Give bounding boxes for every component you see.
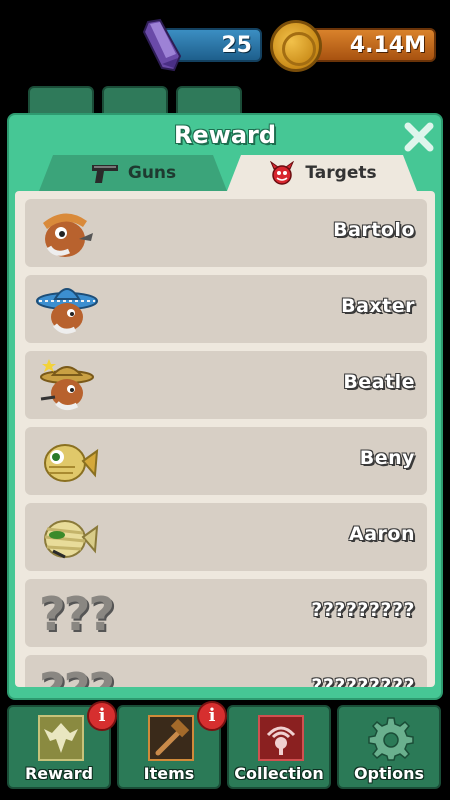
coin-icon: [270, 20, 322, 72]
tab-targets-label: Targets: [305, 163, 377, 183]
target-name: ?????????: [311, 599, 415, 621]
tab-guns-label: Guns: [127, 163, 177, 183]
nav-options-label: Options: [353, 764, 425, 783]
baxter-sombrero-character-icon: [36, 288, 98, 334]
target-name: Aaron: [349, 523, 415, 545]
bottom-nav: Reward i Items i Collection Options: [0, 700, 450, 800]
nav-collection-button[interactable]: Collection: [227, 705, 331, 789]
unknown-icon: ???: [39, 663, 115, 687]
top-currency-bar: 25 4.14M: [0, 0, 450, 90]
beatle-sheriff-character-icon: [40, 359, 94, 411]
list-item[interactable]: ??? ?????????: [25, 655, 427, 687]
pistol-icon: [91, 165, 118, 183]
list-item[interactable]: ??? ?????????: [25, 579, 427, 647]
bartolo-character-icon: [43, 213, 93, 257]
target-name: Bartolo: [333, 219, 415, 241]
nav-items-label: Items: [143, 764, 195, 783]
list-item[interactable]: Beny: [25, 427, 427, 495]
notification-badge: i: [87, 701, 117, 731]
nav-reward-button[interactable]: Reward i: [7, 701, 117, 789]
crystal-icon: [142, 18, 182, 72]
aaron-mummy-fish-character-icon: [44, 520, 99, 559]
close-icon[interactable]: [401, 119, 437, 155]
target-name: ?????????: [311, 675, 415, 687]
target-emblem-icon: [258, 715, 304, 761]
target-name: Beny: [359, 447, 415, 469]
modal-title: Reward: [173, 121, 277, 149]
list-item[interactable]: Baxter: [25, 275, 427, 343]
nav-options-button[interactable]: Options: [337, 705, 441, 789]
list-item[interactable]: Beatle: [25, 351, 427, 419]
gem-count: 25: [221, 33, 252, 58]
tab-guns[interactable]: Guns: [39, 155, 227, 191]
tab-targets[interactable]: Targets: [227, 155, 417, 191]
hammer-icon: [148, 715, 194, 761]
list-item[interactable]: Aaron: [25, 503, 427, 571]
list-item[interactable]: Bartolo: [25, 199, 427, 267]
nav-collection-label: Collection: [234, 764, 324, 783]
notification-badge: i: [197, 701, 227, 731]
nav-reward-label: Reward: [24, 764, 94, 783]
devil-icon: [270, 161, 295, 185]
reward-modal: Reward Guns Targets Bartolo Baxter Beatl…: [7, 113, 443, 700]
eagle-emblem-icon: [38, 715, 84, 761]
gear-icon: [368, 717, 414, 761]
unknown-icon: ???: [39, 587, 115, 641]
target-name: Beatle: [343, 371, 415, 393]
target-name: Baxter: [341, 295, 415, 317]
coin-count: 4.14M: [349, 33, 426, 58]
beny-fish-character-icon: [44, 444, 99, 482]
targets-list[interactable]: Bartolo Baxter Beatle Beny Aaron ??? ???…: [15, 191, 435, 687]
nav-items-button[interactable]: Items i: [117, 701, 227, 789]
